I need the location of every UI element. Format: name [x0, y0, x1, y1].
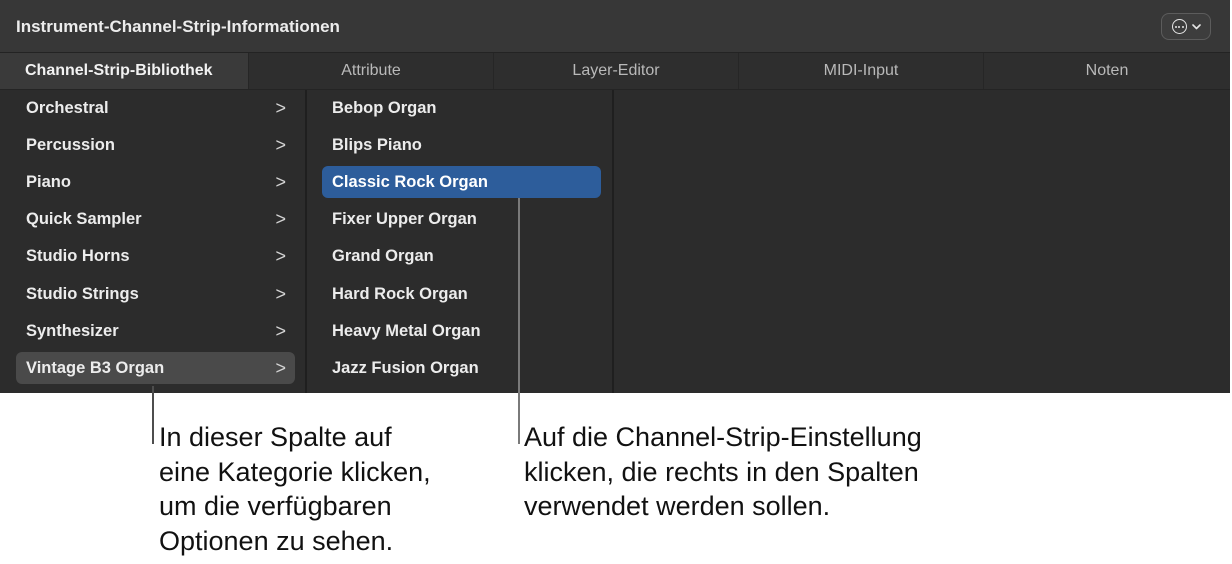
empty-detail-column [616, 90, 1230, 393]
category-item-synthesizer[interactable]: Synthesizer > [16, 315, 295, 347]
tab-midi-input[interactable]: MIDI-Input [738, 53, 983, 89]
preset-column: Bebop Organ Blips Piano Classic Rock Org… [309, 90, 614, 393]
category-label: Orchestral [26, 98, 109, 117]
category-item-studio-strings[interactable]: Studio Strings > [16, 278, 295, 310]
title-bar: Instrument-Channel-Strip-Informationen [0, 0, 1230, 53]
preset-item-classic-rock-organ[interactable]: Classic Rock Organ [322, 166, 601, 198]
category-item-quick-sampler[interactable]: Quick Sampler > [16, 203, 295, 235]
more-options-button[interactable] [1161, 13, 1211, 40]
callout-leader-line-left [152, 386, 154, 444]
category-item-piano[interactable]: Piano > [16, 166, 295, 198]
tab-notes[interactable]: Noten [983, 53, 1230, 89]
tab-channel-strip-library[interactable]: Channel-Strip-Bibliothek [0, 53, 248, 89]
category-label: Studio Horns [26, 246, 130, 265]
chevron-right-icon: > [275, 245, 286, 266]
chevron-down-icon [1191, 23, 1201, 29]
chevron-right-icon: > [275, 320, 286, 341]
chevron-right-icon: > [275, 97, 286, 118]
category-label: Percussion [26, 135, 115, 154]
category-item-vintage-b3-organ[interactable]: Vintage B3 Organ > [16, 352, 295, 384]
category-item-studio-horns[interactable]: Studio Horns > [16, 240, 295, 272]
category-item-orchestral[interactable]: Orchestral > [16, 92, 295, 124]
preset-item-grand-organ[interactable]: Grand Organ [322, 240, 601, 272]
preset-item-blips-piano[interactable]: Blips Piano [322, 129, 601, 161]
chevron-right-icon: > [275, 134, 286, 155]
preset-item-bebop-organ[interactable]: Bebop Organ [322, 92, 601, 124]
category-label: Studio Strings [26, 284, 139, 303]
ellipsis-circle-icon [1171, 19, 1187, 34]
preset-item-heavy-metal-organ[interactable]: Heavy Metal Organ [322, 315, 601, 347]
category-label: Piano [26, 172, 71, 191]
category-label: Vintage B3 Organ [26, 358, 165, 377]
callout-leader-line-right [518, 198, 520, 444]
category-item-percussion[interactable]: Percussion > [16, 129, 295, 161]
chevron-right-icon: > [275, 208, 286, 229]
category-column: Orchestral > Percussion > Piano > Quick … [0, 90, 307, 393]
preset-item-fixer-upper-organ[interactable]: Fixer Upper Organ [322, 203, 601, 235]
chevron-right-icon: > [275, 171, 286, 192]
callout-text-preset: Auf die Channel-Strip-Einstellung klicke… [524, 422, 922, 521]
callout-text-category: In dieser Spalte auf eine Kategorie klic… [159, 422, 431, 556]
chevron-right-icon: > [275, 283, 286, 304]
window-title: Instrument-Channel-Strip-Informationen [16, 17, 340, 36]
category-label: Quick Sampler [26, 209, 142, 228]
preset-item-hard-rock-organ[interactable]: Hard Rock Organ [322, 278, 601, 310]
tab-attributes[interactable]: Attribute [248, 53, 493, 89]
channel-strip-inspector-window: Instrument-Channel-Strip-Informationen C… [0, 0, 1230, 393]
tab-layer-editor[interactable]: Layer-Editor [493, 53, 738, 89]
preset-item-jazz-fusion-organ[interactable]: Jazz Fusion Organ [322, 352, 601, 384]
tab-bar: Channel-Strip-Bibliothek Attribute Layer… [0, 53, 1230, 90]
category-label: Synthesizer [26, 321, 119, 340]
chevron-right-icon: > [275, 357, 286, 378]
